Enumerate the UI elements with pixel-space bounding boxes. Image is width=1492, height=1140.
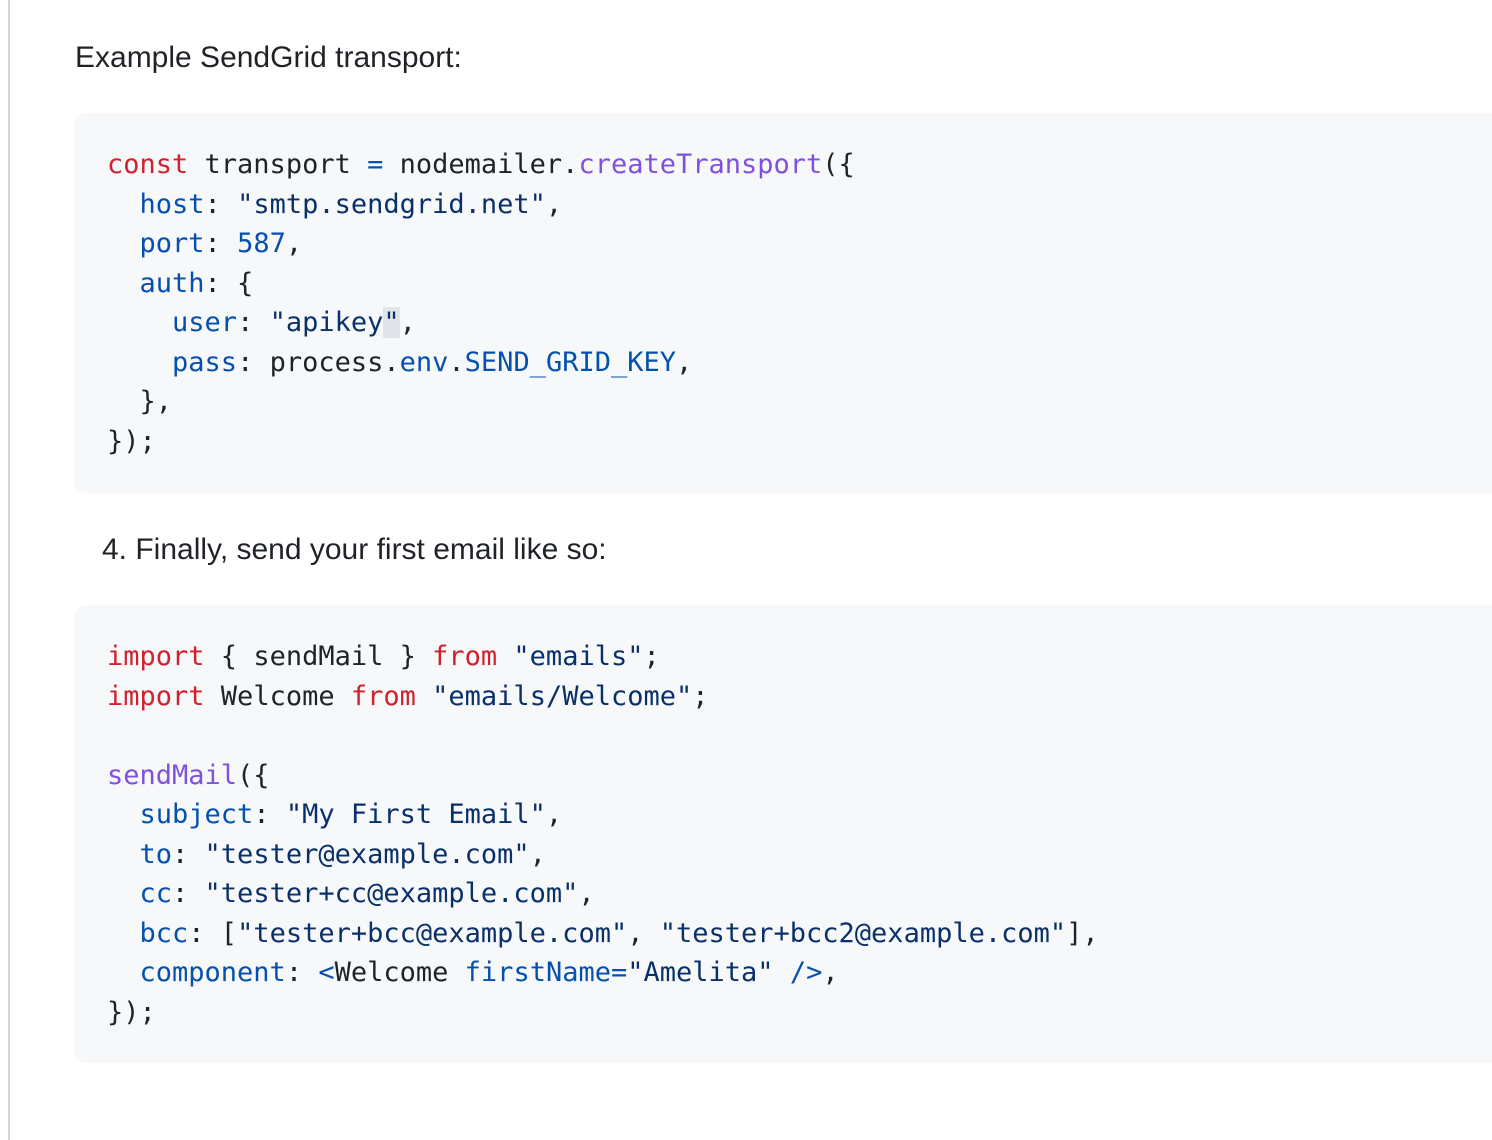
property-token: component xyxy=(139,957,286,988)
docs-page: Example SendGrid transport: const transp… xyxy=(0,0,1492,1140)
number-token: 587 xyxy=(237,228,286,259)
keyword-token: import xyxy=(107,641,205,672)
keyword-token: import xyxy=(107,680,205,712)
code-line: to: "tester@example.com", xyxy=(139,838,546,870)
string-token: "tester+bcc2@example.com" xyxy=(659,917,1067,949)
intro-paragraph: Example SendGrid transport: xyxy=(75,41,462,74)
code-line: auth: { xyxy=(139,267,254,299)
function-token: sendMail xyxy=(107,759,238,791)
sendmail-code[interactable]: import { sendMail } from "emails"; import… xyxy=(107,637,1099,1032)
property-token: host xyxy=(139,188,205,220)
string-token: "tester+bcc@example.com" xyxy=(237,917,628,949)
text-cursor-highlight: " xyxy=(383,307,400,338)
code-line: host: "smtp.sendgrid.net", xyxy=(139,188,563,220)
operator-token: = xyxy=(367,149,384,180)
code-line: bcc: ["tester+bcc@example.com", "tester+… xyxy=(139,917,1099,949)
jsx-tag-token: Welcome xyxy=(334,957,449,988)
code-line: }, xyxy=(107,386,173,417)
code-text: transport xyxy=(188,149,368,180)
string-token: "emails/Welcome" xyxy=(432,680,693,712)
code-line: const transport = nodemailer.createTrans… xyxy=(107,145,855,185)
step-4-paragraph: 4. Finally, send your first email like s… xyxy=(102,533,607,566)
left-border xyxy=(8,0,10,1140)
property-token: cc xyxy=(139,878,173,909)
property-token: bcc xyxy=(139,917,189,949)
function-token: createTransport xyxy=(578,149,823,180)
transport-code[interactable]: const transport = nodemailer.createTrans… xyxy=(107,145,855,461)
jsx-attribute-token: firstName xyxy=(464,957,611,988)
code-line: import Welcome from "emails/Welcome"; xyxy=(107,680,709,712)
code-line: subject: "My First Email", xyxy=(139,799,563,830)
code-line: }); xyxy=(107,996,156,1028)
code-line: sendMail({ xyxy=(107,759,270,791)
string-token: "Amelita" xyxy=(627,957,774,988)
code-line: component: <Welcome firstName="Amelita" … xyxy=(139,957,839,988)
code-line: cc: "tester+cc@example.com", xyxy=(139,878,595,909)
keyword-token: from xyxy=(350,680,416,712)
keyword-token: from xyxy=(432,641,498,672)
code-line: import { sendMail } from "emails"; xyxy=(107,641,660,672)
keyword-token: const xyxy=(107,149,189,180)
property-token: port xyxy=(139,228,205,259)
jsx-bracket-token: < xyxy=(318,957,335,988)
code-line: port: 587, xyxy=(139,228,303,259)
constant-token: SEND_GRID_KEY xyxy=(464,346,676,378)
property-token: subject xyxy=(139,799,254,830)
code-text: ({ xyxy=(822,149,855,180)
property-token: env xyxy=(399,346,449,378)
string-token: "My First Email" xyxy=(285,799,546,830)
code-line: user: "apikey", xyxy=(172,307,416,338)
property-token: pass xyxy=(172,346,238,378)
property-token: auth xyxy=(139,267,205,299)
jsx-bracket-token: /> xyxy=(789,957,823,988)
string-token: "tester@example.com" xyxy=(204,838,530,870)
string-token: "tester+cc@example.com" xyxy=(204,878,579,909)
string-token: "emails" xyxy=(513,641,644,672)
code-text: nodemailer. xyxy=(383,149,579,180)
code-line: }); xyxy=(107,425,156,457)
string-token: "smtp.sendgrid.net" xyxy=(237,188,546,220)
property-token: to xyxy=(139,838,173,870)
string-token: "apikey xyxy=(269,307,384,338)
property-token: user xyxy=(172,307,238,338)
code-line: pass: process.env.SEND_GRID_KEY, xyxy=(172,346,693,378)
